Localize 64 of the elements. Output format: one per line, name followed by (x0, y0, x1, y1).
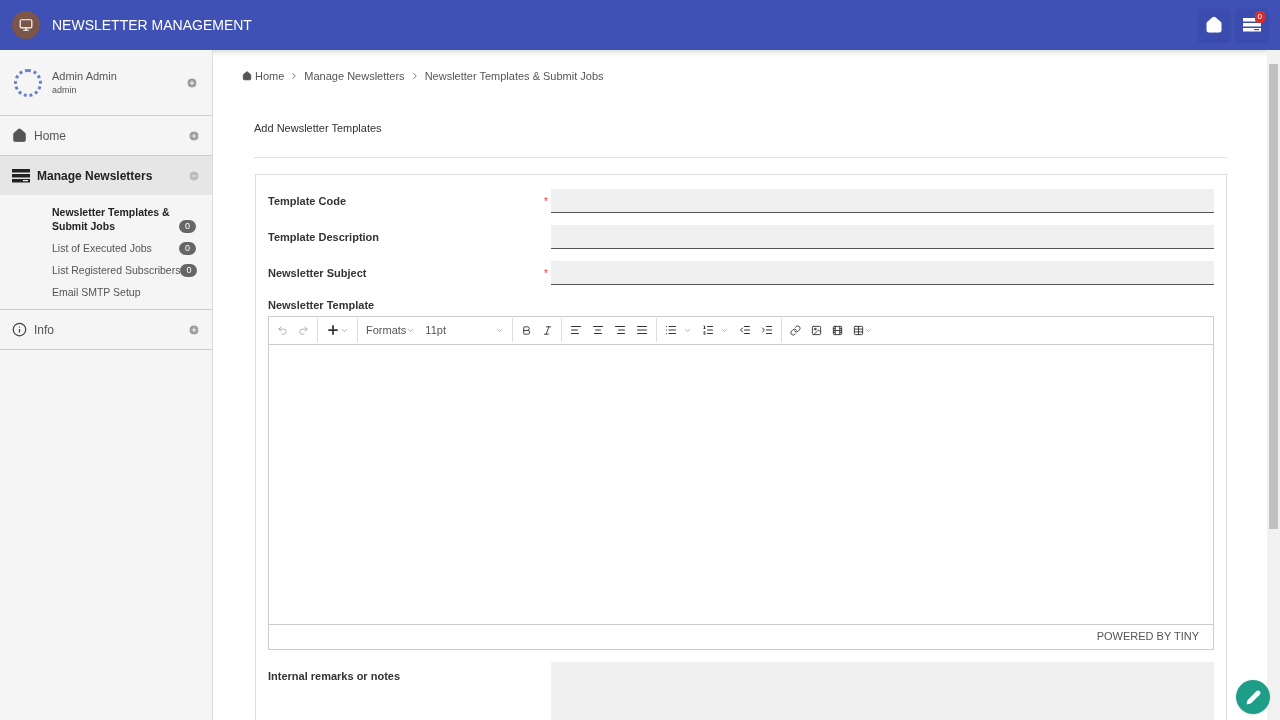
link-icon (790, 324, 802, 336)
expand-icon[interactable] (186, 76, 198, 89)
submenu-item[interactable]: List Registered Subscribers 0 (0, 259, 212, 281)
align-center-icon (592, 324, 605, 336)
count-badge: 0 (179, 242, 196, 255)
submenu-item[interactable]: List of Executed Jobs 0 (0, 237, 212, 259)
font-size-dropdown[interactable]: 11pt (420, 318, 510, 342)
film-icon (832, 324, 844, 336)
field-label: Internal remarks or notes (268, 668, 402, 684)
stack-icon (12, 168, 30, 183)
pencil-icon (1245, 689, 1261, 705)
breadcrumb-link[interactable]: Manage Newsletters (304, 67, 405, 85)
image-icon (811, 324, 823, 336)
undo-icon (277, 324, 288, 336)
redo-icon (298, 324, 309, 336)
required-marker: * (544, 267, 548, 279)
input-field[interactable] (551, 261, 1214, 285)
notifications-button[interactable]: 0 (1236, 9, 1268, 41)
notification-badge: 0 (1254, 11, 1265, 23)
numbered-list-icon (702, 324, 715, 336)
table-icon (853, 324, 865, 336)
submenu-item[interactable]: Email SMTP Setup (0, 281, 212, 303)
bullet-list-icon (665, 324, 678, 336)
home-icon (12, 128, 27, 143)
submenu-item[interactable]: Newsletter Templates & Submit Jobs 0 (0, 201, 212, 237)
field-label: Newsletter Template (268, 299, 375, 311)
app-title: NEWSLETTER MANAGEMENT (52, 15, 252, 35)
field-label: Template Code (268, 193, 348, 209)
indent-icon (761, 324, 774, 336)
input-field[interactable] (551, 189, 1214, 213)
expand-icon[interactable] (188, 323, 200, 336)
count-badge: 0 (180, 264, 198, 277)
field-label: Template Description (268, 229, 381, 245)
editor-status: POWERED BY TINY (1096, 629, 1199, 645)
stack-icon (1243, 18, 1261, 32)
home-button[interactable] (1198, 9, 1230, 41)
logo-icon (12, 11, 40, 39)
page-title: Add Newsletter Templates (254, 122, 382, 134)
plus-icon (326, 323, 340, 337)
expand-icon[interactable] (188, 129, 200, 142)
formats-dropdown[interactable]: Formats (361, 318, 421, 342)
italic-icon (542, 324, 554, 336)
field-label: Newsletter Subject (268, 265, 368, 281)
scrollbar[interactable] (1267, 50, 1280, 720)
user-name: Admin Admin (52, 68, 117, 84)
count-badge: 0 (179, 220, 196, 233)
nav-item[interactable]: Home (0, 116, 212, 155)
nav-item[interactable]: Info (0, 310, 212, 349)
home-icon (242, 71, 252, 81)
info-icon (12, 322, 27, 337)
avatar-icon (14, 68, 42, 97)
required-marker: * (544, 195, 548, 207)
breadcrumb-link[interactable]: Newsletter Templates & Submit Jobs (424, 67, 604, 85)
input-field[interactable] (551, 225, 1214, 249)
nav-item[interactable]: Manage Newsletters (0, 156, 212, 195)
justify-icon (636, 324, 649, 336)
breadcrumb-link[interactable]: Home (255, 67, 285, 85)
align-right-icon (614, 324, 627, 336)
user-login: admin (52, 84, 78, 97)
outdent-icon (739, 324, 752, 336)
edit-button[interactable] (1236, 680, 1270, 714)
home-icon (1205, 16, 1223, 34)
bold-icon (521, 324, 533, 336)
align-left-icon (570, 324, 583, 336)
